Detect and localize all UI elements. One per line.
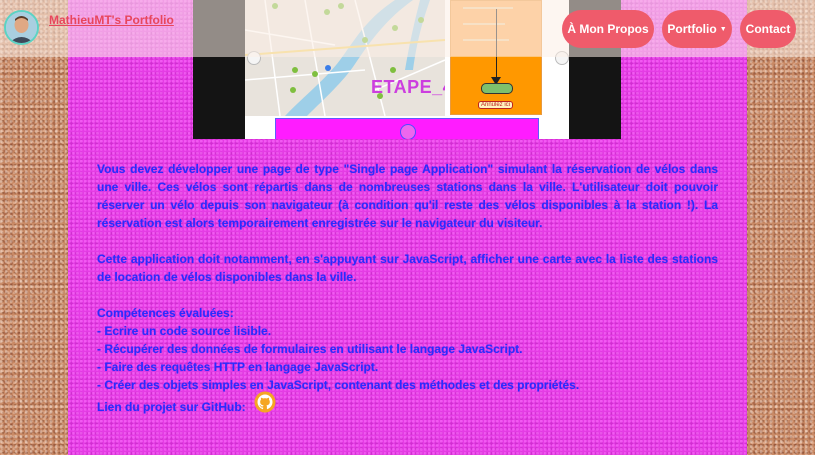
github-label: Lien du projet sur GitHub: [97,400,246,414]
chevron-down-icon: ▼ [719,25,727,33]
nav-about-button[interactable]: À Mon Propos [562,10,654,48]
nav-about-label: À Mon Propos [567,22,649,36]
preview-bottom-bar [275,118,539,139]
competence-item: - Récupérer des données de formulaires e… [97,342,523,356]
description-paragraph: Cette application doit notamment, en s'a… [97,252,718,284]
project-description: Vous devez développer une page de type "… [97,160,718,416]
map-step-label: ETAPE_4 [371,77,445,97]
nav-contact-label: Contact [745,22,791,36]
nav-portfolio-label: Portfolio [667,22,717,36]
cancel-button[interactable]: Annulez ici [478,101,514,109]
nav-portfolio-dropdown[interactable]: Portfolio ▼ [662,10,732,48]
github-row: Lien du projet sur GitHub: [97,391,718,416]
avatar-image [6,12,37,43]
competence-item: - Faire des requêtes HTTP en langage Jav… [97,360,379,374]
github-icon[interactable] [254,391,276,413]
competences-list: - Ecrire un code source lisible. - Récup… [97,322,718,394]
competences-title: Compétences évaluées: [97,306,234,320]
reserve-button[interactable] [481,83,513,94]
top-navbar: MathieuMT's Portfolio À Mon Propos Portf… [0,0,815,57]
avatar[interactable] [4,10,39,45]
brand-link[interactable]: MathieuMT's Portfolio [49,13,174,27]
competence-item: - Créer des objets simples en JavaScript… [97,378,580,392]
slide-dot-icon[interactable] [400,124,416,139]
nav-contact-button[interactable]: Contact [740,10,796,48]
description-paragraph: Vous devez développer une page de type "… [97,162,718,230]
competence-item: - Ecrire un code source lisible. [97,324,272,338]
